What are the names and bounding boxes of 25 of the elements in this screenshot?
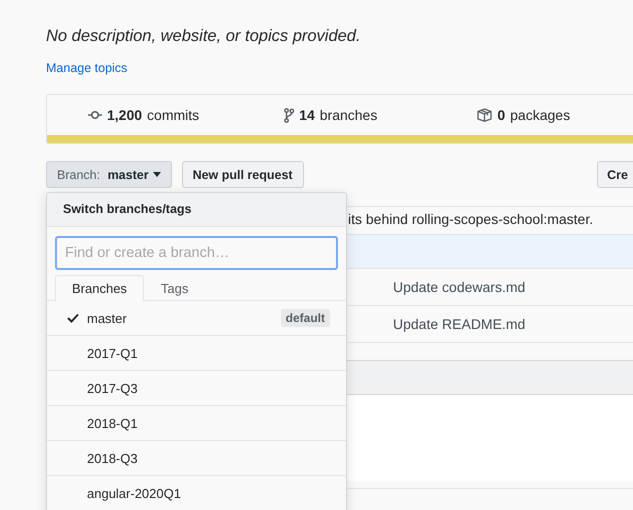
commit-message[interactable]: Update README.md	[393, 316, 526, 332]
stat-link[interactable]: 1,200 commits	[88, 107, 200, 123]
branch-filter-field[interactable]: Find or create a branch…	[55, 236, 338, 270]
create-button[interactable]: Cre	[597, 161, 633, 188]
branch-item[interactable]: angular-2020Q1	[47, 476, 346, 510]
repo-description: No description, website, or topics provided.	[46, 26, 362, 47]
package-icon	[477, 108, 492, 122]
branch-item[interactable]: master default	[47, 301, 346, 336]
stat-link[interactable]: 0 packages	[477, 107, 570, 123]
commit-icon	[88, 110, 102, 120]
new-pull-request-button[interactable]: New pull request	[182, 161, 304, 188]
branch-tab[interactable]: Tags	[144, 275, 206, 301]
branch-icon	[284, 108, 294, 122]
branch-item[interactable]: 2018-Q3	[47, 441, 346, 476]
dropdown-title: Switch branches/tags	[47, 193, 346, 227]
manage-topics-link[interactable]: Manage topics	[46, 60, 128, 76]
stat-link[interactable]: 14 branches	[284, 107, 378, 123]
commit-message[interactable]: Update codewars.md	[393, 279, 526, 295]
default-label: default	[280, 309, 330, 327]
branch-item[interactable]: 2018-Q1	[47, 406, 346, 441]
branch-tab[interactable]: Branches	[55, 275, 144, 301]
branch-select-button[interactable]: Branch: master	[46, 161, 172, 188]
branch-item[interactable]: 2017-Q1	[47, 336, 346, 371]
branch-item[interactable]: 2017-Q3	[47, 371, 346, 406]
caret-icon	[152, 172, 161, 177]
